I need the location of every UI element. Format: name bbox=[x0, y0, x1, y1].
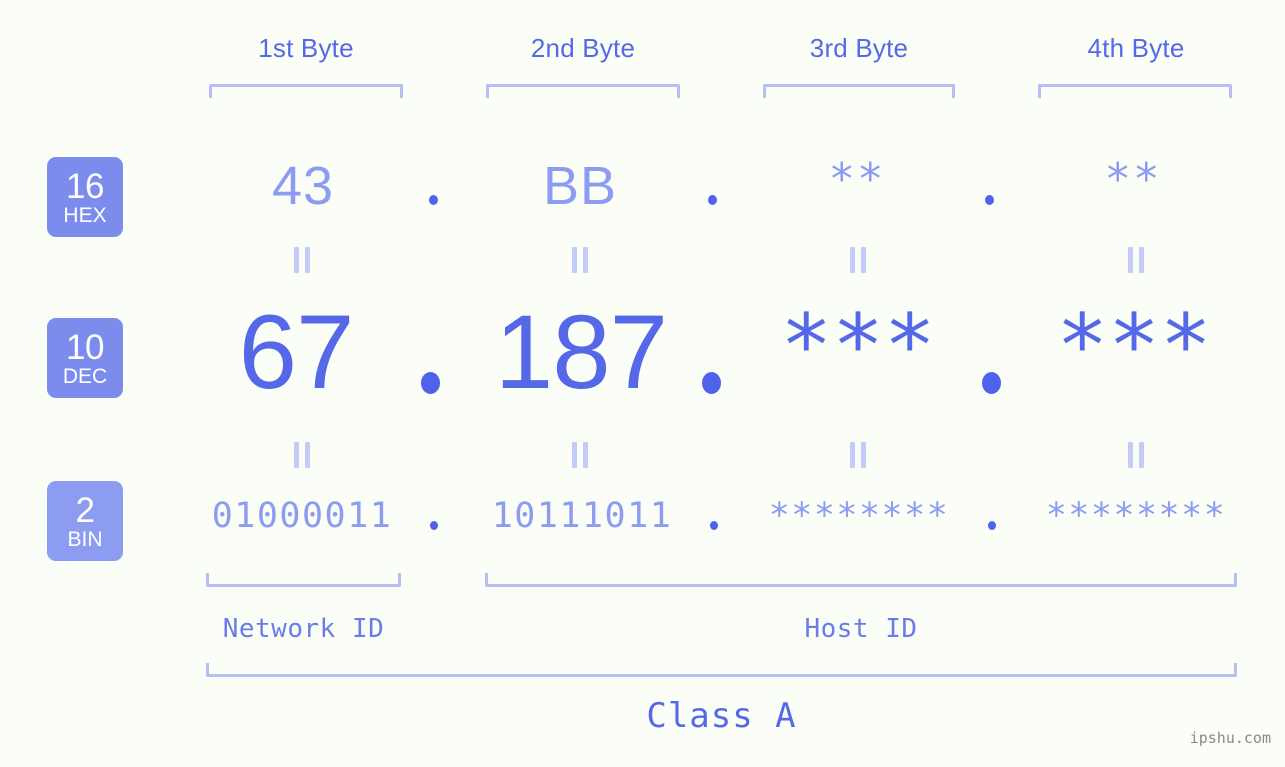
dec-byte-value-2: 187 bbox=[494, 294, 668, 411]
hex-byte-value-4: ** bbox=[1104, 154, 1162, 205]
bin-byte-value-2: 10111011 bbox=[491, 496, 673, 536]
class-label: Class A bbox=[646, 696, 797, 736]
dec-byte-value-1: 67 bbox=[238, 294, 355, 411]
equals-mark-dec-bin-3 bbox=[850, 442, 866, 468]
base-badge-bin-number: 2 bbox=[75, 490, 95, 530]
byte-bracket-2 bbox=[486, 84, 680, 98]
ip-address-diagram: 1st Byte 2nd Byte 3rd Byte 4th Byte 16 H… bbox=[0, 0, 1285, 767]
host-id-bracket bbox=[485, 573, 1237, 587]
byte-bracket-1 bbox=[209, 84, 403, 98]
site-watermark: ipshu.com bbox=[1189, 729, 1271, 747]
byte-header-label-2: 2nd Byte bbox=[530, 33, 636, 63]
base-badge-bin: 2 BIN bbox=[47, 481, 123, 561]
equals-mark-hex-dec-3 bbox=[850, 247, 866, 273]
equals-mark-dec-bin-1 bbox=[294, 442, 310, 468]
equals-mark-hex-dec-1 bbox=[294, 247, 310, 273]
hex-byte-value-1: 43 bbox=[271, 156, 335, 216]
host-id-label: Host ID bbox=[804, 614, 918, 644]
byte-bracket-4 bbox=[1038, 84, 1232, 98]
base-badge-hex-number: 16 bbox=[66, 166, 104, 206]
bin-dot-separator-2 bbox=[710, 521, 718, 530]
hex-byte-value-2: BB bbox=[542, 156, 618, 216]
base-badge-hex: 16 HEX bbox=[47, 157, 123, 237]
byte-header-label-4: 4th Byte bbox=[1087, 33, 1185, 63]
equals-mark-hex-dec-4 bbox=[1128, 247, 1144, 273]
bin-byte-value-1: 01000011 bbox=[211, 496, 393, 536]
byte-header-label-3: 3rd Byte bbox=[809, 33, 909, 63]
hex-dot-separator-3 bbox=[985, 195, 994, 205]
equals-mark-hex-dec-2 bbox=[572, 247, 588, 273]
network-id-bracket bbox=[206, 573, 401, 587]
hex-dot-separator-1 bbox=[429, 195, 438, 205]
base-badge-dec: 10 DEC bbox=[47, 318, 123, 398]
bin-dot-separator-1 bbox=[430, 521, 438, 530]
equals-mark-dec-bin-4 bbox=[1128, 442, 1144, 468]
hex-dot-separator-2 bbox=[708, 195, 717, 205]
dec-dot-separator-1 bbox=[421, 372, 440, 394]
hex-byte-value-3: ** bbox=[828, 154, 886, 205]
dec-dot-separator-2 bbox=[702, 372, 721, 394]
class-bracket bbox=[206, 663, 1237, 677]
base-badge-dec-number: 10 bbox=[66, 327, 104, 367]
bin-byte-value-4: ******** bbox=[1045, 496, 1227, 536]
base-badge-dec-name: DEC bbox=[62, 364, 108, 388]
dec-byte-value-4: *** bbox=[1056, 296, 1212, 396]
dec-dot-separator-3 bbox=[982, 372, 1001, 394]
base-badge-hex-name: HEX bbox=[63, 203, 107, 227]
byte-bracket-3 bbox=[763, 84, 955, 98]
byte-header-label-1: 1st Byte bbox=[258, 33, 354, 63]
network-id-label: Network ID bbox=[222, 614, 385, 644]
dec-byte-value-3: *** bbox=[780, 296, 936, 396]
equals-mark-dec-bin-2 bbox=[572, 442, 588, 468]
bin-dot-separator-3 bbox=[988, 521, 996, 530]
bin-byte-value-3: ******** bbox=[768, 496, 950, 536]
base-badge-bin-name: BIN bbox=[67, 527, 103, 551]
